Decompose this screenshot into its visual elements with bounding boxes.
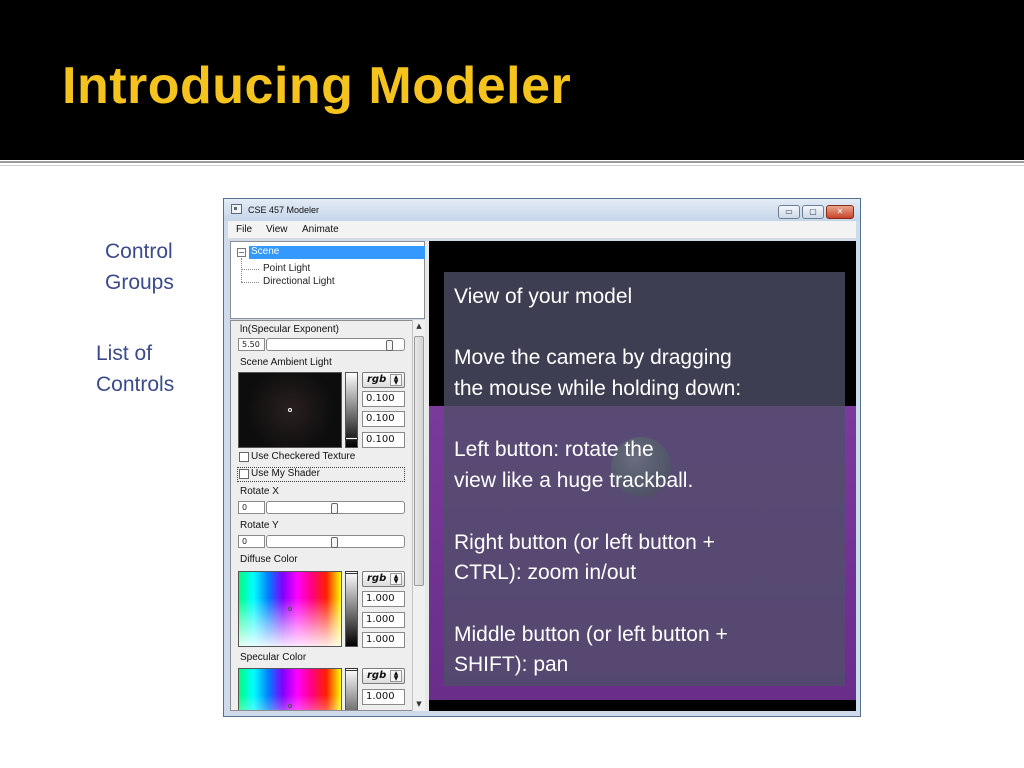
instruction-line: View of your model bbox=[454, 285, 633, 308]
rotate-y-label: Rotate Y bbox=[240, 520, 279, 531]
diffuse-brightness-bar[interactable] bbox=[345, 571, 358, 647]
specular-exponent-slider[interactable] bbox=[266, 338, 405, 351]
my-shader-checkbox[interactable] bbox=[239, 469, 249, 479]
rotate-x-value[interactable]: 0 bbox=[238, 501, 265, 514]
specular-brightness-bar[interactable] bbox=[345, 668, 358, 710]
instruction-paragraph: Middle button (or left button + SHIFT): p… bbox=[454, 620, 844, 681]
model-viewport[interactable]: View of your model Move the camera by dr… bbox=[429, 241, 856, 711]
spinner-icon: ▲ ▼ bbox=[390, 670, 402, 682]
specular-exponent-label: ln(Specular Exponent) bbox=[240, 324, 339, 335]
close-icon[interactable]: ✕ bbox=[826, 205, 854, 219]
diffuse-r-field[interactable]: 1.000 bbox=[362, 591, 405, 607]
brightness-handle[interactable] bbox=[345, 571, 358, 574]
checkered-texture-checkbox[interactable] bbox=[239, 452, 249, 462]
ambient-light-label: Scene Ambient Light bbox=[240, 357, 332, 368]
instruction-line: Move the camera by dragging bbox=[454, 346, 732, 370]
instruction-line: Right button (or left button + bbox=[454, 530, 715, 554]
menu-animate[interactable]: Animate bbox=[302, 224, 339, 235]
instruction-paragraph: Move the camera by dragging the mouse whi… bbox=[454, 343, 844, 404]
controls-scrollbar[interactable]: ▲ ▼ bbox=[412, 320, 425, 711]
collapse-icon[interactable]: − bbox=[237, 248, 246, 257]
instruction-paragraph: View of your model bbox=[454, 282, 844, 313]
control-groups-label: Control Groups bbox=[105, 236, 174, 298]
slider-knob[interactable] bbox=[331, 537, 338, 548]
slider-knob[interactable] bbox=[386, 340, 393, 351]
slide-title: Introducing Modeler bbox=[62, 57, 572, 115]
list-of-controls-line-1: List of bbox=[96, 342, 153, 365]
diffuse-b-field[interactable]: 1.000 bbox=[362, 632, 405, 648]
ambient-mode-value: rgb bbox=[367, 374, 387, 385]
ambient-color-picker[interactable] bbox=[238, 372, 342, 448]
instruction-line: Left button: rotate the bbox=[454, 438, 654, 462]
specular-color-label: Specular Color bbox=[240, 652, 307, 663]
specular-r-field[interactable]: 1.000 bbox=[362, 689, 405, 705]
tree-connector bbox=[241, 258, 242, 282]
tree-item-point-light[interactable]: Point Light bbox=[263, 263, 310, 274]
picker-cursor bbox=[288, 408, 292, 412]
list-of-controls-label: List of Controls bbox=[96, 338, 174, 400]
ambient-g-field[interactable]: 0.100 bbox=[362, 411, 405, 427]
modeler-window: CSE 457 Modeler ▭ ▢ ✕ File View Animate … bbox=[223, 198, 861, 717]
header-divider bbox=[0, 161, 1024, 163]
diffuse-color-picker[interactable] bbox=[238, 571, 342, 647]
window-title: CSE 457 Modeler bbox=[248, 205, 320, 215]
instruction-paragraph: Left button: rotate the view like a huge … bbox=[454, 435, 844, 496]
rotate-x-slider[interactable] bbox=[266, 501, 405, 514]
maximize-icon[interactable]: ▢ bbox=[802, 205, 824, 219]
specular-exponent-value[interactable]: 5.50 bbox=[238, 338, 265, 351]
control-groups-line-1: Control bbox=[105, 240, 173, 263]
app-icon bbox=[231, 204, 242, 214]
rotate-y-value[interactable]: 0 bbox=[238, 535, 265, 548]
slider-knob[interactable] bbox=[331, 503, 338, 514]
spinner-icon: ▲ ▼ bbox=[390, 573, 402, 585]
menubar: File View Animate bbox=[228, 221, 856, 239]
instruction-line: Middle button (or left button + bbox=[454, 622, 728, 646]
tree-item-directional-light[interactable]: Directional Light bbox=[263, 276, 335, 287]
picker-cursor bbox=[288, 704, 292, 708]
scroll-thumb[interactable] bbox=[414, 336, 424, 586]
instruction-paragraph: Right button (or left button + CTRL): zoo… bbox=[454, 528, 844, 589]
scroll-down-icon[interactable]: ▼ bbox=[413, 698, 425, 710]
instruction-line: the mouse while holding down: bbox=[454, 377, 742, 401]
rotate-y-slider[interactable] bbox=[266, 535, 405, 548]
controls-list: ln(Specular Exponent) 5.50 Scene Ambient… bbox=[230, 320, 425, 711]
tree-connector bbox=[241, 282, 259, 283]
brightness-handle[interactable] bbox=[345, 668, 358, 671]
list-of-controls-line-2: Controls bbox=[96, 373, 175, 396]
my-shader-label: Use My Shader bbox=[251, 468, 320, 479]
ambient-r-field[interactable]: 0.100 bbox=[362, 391, 405, 407]
control-groups-line-2: Groups bbox=[105, 271, 174, 294]
header-divider-thin bbox=[0, 165, 1024, 166]
diffuse-mode-value: rgb bbox=[367, 573, 387, 584]
diffuse-g-field[interactable]: 1.000 bbox=[362, 612, 405, 628]
menu-view[interactable]: View bbox=[266, 224, 288, 235]
window-titlebar[interactable]: CSE 457 Modeler ▭ ▢ ✕ bbox=[224, 199, 860, 221]
rotate-x-label: Rotate X bbox=[240, 486, 279, 497]
slide-header: Introducing Modeler bbox=[0, 0, 1024, 160]
ambient-brightness-bar[interactable] bbox=[345, 372, 358, 448]
scroll-up-icon[interactable]: ▲ bbox=[413, 320, 425, 332]
brightness-handle[interactable] bbox=[345, 437, 358, 440]
instruction-line: SHIFT): pan bbox=[454, 653, 569, 677]
specular-mode-value: rgb bbox=[367, 670, 387, 681]
ambient-b-field[interactable]: 0.100 bbox=[362, 432, 405, 448]
ambient-mode-select[interactable]: rgb ▲ ▼ bbox=[362, 372, 405, 388]
checkered-texture-label: Use Checkered Texture bbox=[251, 451, 356, 462]
instruction-line: CTRL): zoom in/out bbox=[454, 561, 637, 585]
instruction-line: view like a huge trackball. bbox=[454, 469, 694, 493]
menu-file[interactable]: File bbox=[236, 224, 252, 235]
tree-connector bbox=[241, 269, 259, 270]
tree-item-scene[interactable]: Scene bbox=[251, 246, 279, 257]
picker-cursor bbox=[288, 607, 292, 611]
spinner-icon: ▲ ▼ bbox=[390, 374, 402, 386]
specular-color-picker[interactable] bbox=[238, 668, 342, 710]
specular-mode-select[interactable]: rgb ▲ ▼ bbox=[362, 668, 405, 684]
control-groups-tree: − Scene Point Light Directional Light bbox=[230, 241, 425, 319]
viewport-instructions: View of your model Move the camera by dr… bbox=[444, 272, 845, 686]
minimize-icon[interactable]: ▭ bbox=[778, 205, 800, 219]
diffuse-color-label: Diffuse Color bbox=[240, 554, 298, 565]
diffuse-mode-select[interactable]: rgb ▲ ▼ bbox=[362, 571, 405, 587]
